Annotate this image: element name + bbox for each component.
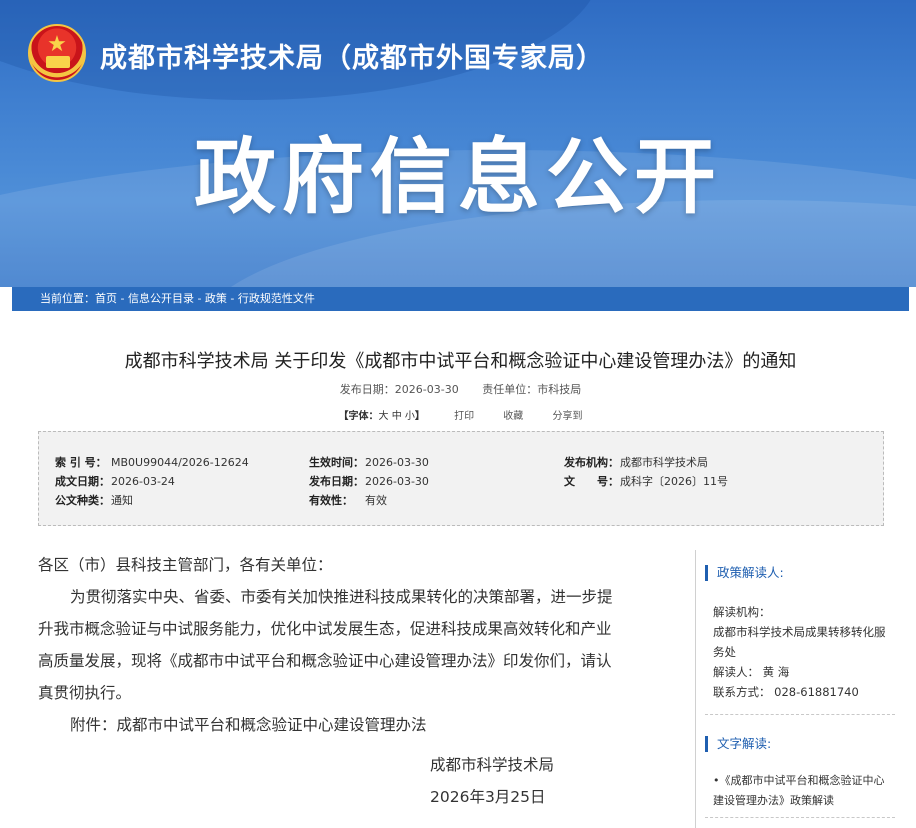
body-paragraph: 真贯彻执行。 — [38, 684, 132, 702]
interpreter-heading: 政策解读人: — [705, 564, 895, 582]
document-tools: 【字体：大 中 小】 打印 收藏 分享到 — [12, 407, 909, 422]
breadcrumb[interactable]: 当前位置：首页 - 信息公开目录 - 政策 - 行政规范性文件 — [12, 287, 909, 311]
attachment-link[interactable]: 附件：成都市中试平台和概念验证中心建设管理办法 — [38, 709, 678, 741]
sidebar-divider — [695, 550, 696, 828]
share-button[interactable]: 分享到 — [552, 411, 582, 422]
gate-icon — [46, 56, 70, 68]
written-date: 成文日期：2026-03-24 — [55, 475, 175, 488]
document-meta: 发布日期：2026-03-30 责任单位：市科技局 — [12, 381, 909, 397]
document-number: 文 号：成科字〔2026〕11号 — [564, 475, 728, 488]
publish-date: 发布日期：2026-03-30 — [339, 383, 459, 396]
salutation: 各区（市）县科技主管部门，各有关单位： — [38, 556, 333, 574]
font-size-options[interactable]: 大 中 小 — [379, 411, 415, 422]
body-paragraph: 高质量发展，现将《成都市中试平台和概念验证中心建设管理办法》印发你们，请认 — [38, 652, 612, 670]
index-number: 索 引 号： MB0U99044/2026-12624 — [55, 456, 249, 469]
responsible-unit: 责任单位：市科技局 — [482, 383, 582, 396]
document-info-box: 索 引 号： MB0U99044/2026-12624 生效时间：2026-03-… — [38, 431, 884, 526]
info-publish-date: 发布日期：2026-03-30 — [309, 475, 429, 488]
favorite-button[interactable]: 收藏 — [503, 411, 523, 422]
effective-time: 生效时间：2026-03-30 — [309, 456, 429, 469]
body-paragraph: 升我市概念验证与中试服务能力，优化中试发展生态，促进科技成果高效转化和产业 — [38, 620, 612, 638]
header-banner: ★ 成都市科学技术局（成都市外国专家局） 政府信息公开 — [0, 0, 916, 287]
validity: 有效性： 有效 — [309, 494, 387, 507]
interpreter-section: 政策解读人: 解读机构： 成都市科学技术局成果转移转化服务处 解读人： 黄 海 … — [705, 564, 895, 715]
policy-interpretation-link[interactable]: •《成都市中试平台和概念验证中心建设管理办法》政策解读 — [705, 753, 895, 817]
interpreter-person: 解读人： 黄 海 — [713, 665, 790, 679]
document-body: 各区（市）县科技主管部门，各有关单位： 为贯彻落实中央、省委、市委有关加快推进科… — [38, 549, 678, 806]
national-emblem-icon: ★ — [28, 24, 86, 82]
interpreter-org-label: 解读机构： — [713, 605, 771, 619]
interpreter-org-value: 成都市科学技术局成果转移转化服务处 — [713, 625, 886, 659]
main-content: 成都市科学技术局 关于印发《成都市中试平台和概念验证中心建设管理办法》的通知 发… — [12, 311, 909, 828]
issuer: 发布机构：成都市科学技术局 — [564, 456, 708, 469]
sidebar: 政策解读人: 解读机构： 成都市科学技术局成果转移转化服务处 解读人： 黄 海 … — [705, 564, 895, 818]
interpreter-contact: 联系方式： 028-61881740 — [713, 685, 859, 699]
text-interpretation-section: 文字解读: •《成都市中试平台和概念验证中心建设管理办法》政策解读 — [705, 735, 895, 818]
signature-date: 2026年3月25日 — [430, 788, 546, 806]
star-icon: ★ — [47, 32, 67, 57]
signature-org: 成都市科学技术局 — [430, 756, 555, 774]
print-button[interactable]: 打印 — [454, 411, 474, 422]
page-title: 成都市科学技术局 关于印发《成都市中试平台和概念验证中心建设管理办法》的通知 — [124, 351, 797, 372]
banner-title: 政府信息公开 — [193, 130, 722, 225]
document-type: 公文种类：通知 — [55, 494, 133, 507]
body-paragraph: 为贯彻落实中央、省委、市委有关加快推进科技成果转化的决策部署，进一步提 — [70, 588, 613, 606]
text-interpretation-heading: 文字解读: — [705, 735, 895, 753]
font-size-control: 【字体：大 中 小】 — [338, 411, 425, 422]
site-title[interactable]: 成都市科学技术局（成都市外国专家局） — [100, 36, 604, 75]
